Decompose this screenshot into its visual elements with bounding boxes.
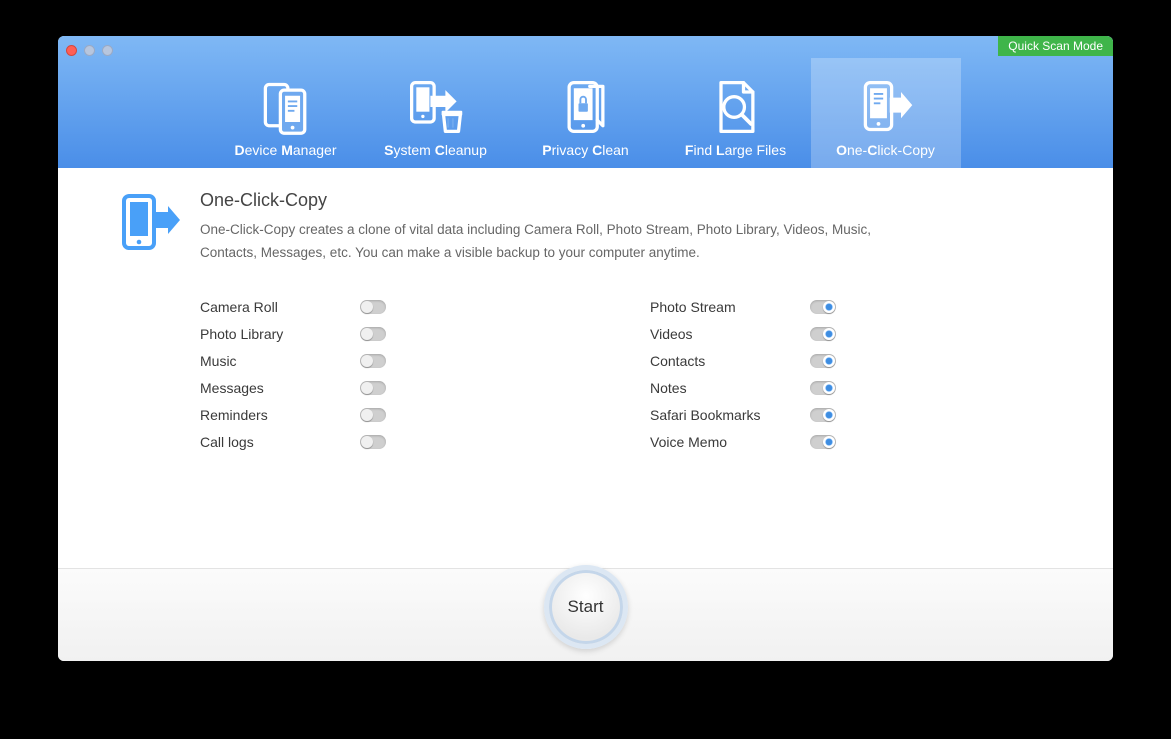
tab-system-cleanup[interactable]: System Cleanup bbox=[361, 58, 511, 168]
page-title: One-Click-Copy bbox=[200, 190, 920, 211]
option-music: Music bbox=[200, 353, 520, 369]
page-description: One-Click-Copy creates a clone of vital … bbox=[200, 219, 920, 265]
find-large-files-icon bbox=[706, 72, 766, 142]
toggle-videos[interactable] bbox=[810, 327, 836, 341]
one-click-copy-icon bbox=[118, 190, 182, 259]
option-contacts: Contacts bbox=[650, 353, 970, 369]
toggle-camera-roll[interactable] bbox=[360, 300, 386, 314]
tab-label: One-Click-Copy bbox=[836, 142, 935, 158]
tab-label: Device Manager bbox=[235, 142, 337, 158]
window-controls bbox=[66, 45, 113, 56]
tab-device-manager[interactable]: Device Manager bbox=[211, 58, 361, 168]
toggle-knob bbox=[823, 355, 835, 367]
toggle-photo-library[interactable] bbox=[360, 327, 386, 341]
toggle-knob bbox=[823, 301, 835, 313]
option-label: Camera Roll bbox=[200, 299, 360, 315]
option-notes: Notes bbox=[650, 380, 970, 396]
device-manager-icon bbox=[256, 72, 316, 142]
privacy-clean-icon bbox=[556, 72, 616, 142]
option-safari-bookmarks: Safari Bookmarks bbox=[650, 407, 970, 423]
zoom-icon[interactable] bbox=[102, 45, 113, 56]
option-label: Contacts bbox=[650, 353, 810, 369]
options-column-left: Camera Roll Photo Library Music Messages Rem… bbox=[200, 299, 520, 450]
toggle-voice-memo[interactable] bbox=[810, 435, 836, 449]
tab-find-large-files[interactable]: Find Large Files bbox=[661, 58, 811, 168]
option-reminders: Reminders bbox=[200, 407, 520, 423]
tab-privacy-clean[interactable]: Privacy Clean bbox=[511, 58, 661, 168]
option-label: Photo Stream bbox=[650, 299, 810, 315]
toggle-knob bbox=[823, 328, 835, 340]
toggle-notes[interactable] bbox=[810, 381, 836, 395]
option-label: Music bbox=[200, 353, 360, 369]
toggle-call-logs[interactable] bbox=[360, 435, 386, 449]
app-window: Quick Scan Mode Device Manager System Cle… bbox=[58, 36, 1113, 661]
toggle-knob bbox=[361, 328, 373, 340]
tab-label: Find Large Files bbox=[685, 142, 786, 158]
one-click-copy-icon bbox=[856, 72, 916, 142]
toggle-safari-bookmarks[interactable] bbox=[810, 408, 836, 422]
toggle-contacts[interactable] bbox=[810, 354, 836, 368]
close-icon[interactable] bbox=[66, 45, 77, 56]
options-column-right: Photo Stream Videos Contacts Notes Safari Bo… bbox=[650, 299, 970, 450]
option-voice-memo: Voice Memo bbox=[650, 434, 970, 450]
toggle-knob bbox=[823, 409, 835, 421]
toggle-knob bbox=[823, 436, 835, 448]
start-button[interactable]: Start bbox=[544, 565, 628, 649]
option-label: Safari Bookmarks bbox=[650, 407, 810, 423]
tab-one-click-copy[interactable]: One-Click-Copy bbox=[811, 58, 961, 168]
toggle-music[interactable] bbox=[360, 354, 386, 368]
toggle-photo-stream[interactable] bbox=[810, 300, 836, 314]
option-label: Reminders bbox=[200, 407, 360, 423]
toggle-messages[interactable] bbox=[360, 381, 386, 395]
option-label: Photo Library bbox=[200, 326, 360, 342]
option-videos: Videos bbox=[650, 326, 970, 342]
toggle-knob bbox=[823, 382, 835, 394]
toggle-knob bbox=[361, 355, 373, 367]
options-grid: Camera Roll Photo Library Music Messages Rem… bbox=[118, 299, 1053, 450]
intro-text: One-Click-Copy One-Click-Copy creates a … bbox=[200, 190, 920, 265]
option-photo-library: Photo Library bbox=[200, 326, 520, 342]
toggle-knob bbox=[361, 301, 373, 313]
minimize-icon[interactable] bbox=[84, 45, 95, 56]
toggle-reminders[interactable] bbox=[360, 408, 386, 422]
title-bar: Quick Scan Mode bbox=[58, 36, 1113, 58]
quick-scan-mode-badge[interactable]: Quick Scan Mode bbox=[998, 36, 1113, 56]
tab-bar: Device Manager System Cleanup Privacy Clea… bbox=[58, 58, 1113, 168]
option-camera-roll: Camera Roll bbox=[200, 299, 520, 315]
option-label: Call logs bbox=[200, 434, 360, 450]
option-label: Voice Memo bbox=[650, 434, 810, 450]
system-cleanup-icon bbox=[406, 72, 466, 142]
header: Quick Scan Mode Device Manager System Cle… bbox=[58, 36, 1113, 168]
intro: One-Click-Copy One-Click-Copy creates a … bbox=[118, 190, 1053, 265]
tab-label: Privacy Clean bbox=[542, 142, 628, 158]
option-photo-stream: Photo Stream bbox=[650, 299, 970, 315]
tab-label: System Cleanup bbox=[384, 142, 487, 158]
toggle-knob bbox=[361, 436, 373, 448]
option-label: Notes bbox=[650, 380, 810, 396]
toggle-knob bbox=[361, 409, 373, 421]
option-call-logs: Call logs bbox=[200, 434, 520, 450]
option-messages: Messages bbox=[200, 380, 520, 396]
content-area: One-Click-Copy One-Click-Copy creates a … bbox=[58, 168, 1113, 661]
toggle-knob bbox=[361, 382, 373, 394]
option-label: Messages bbox=[200, 380, 360, 396]
option-label: Videos bbox=[650, 326, 810, 342]
